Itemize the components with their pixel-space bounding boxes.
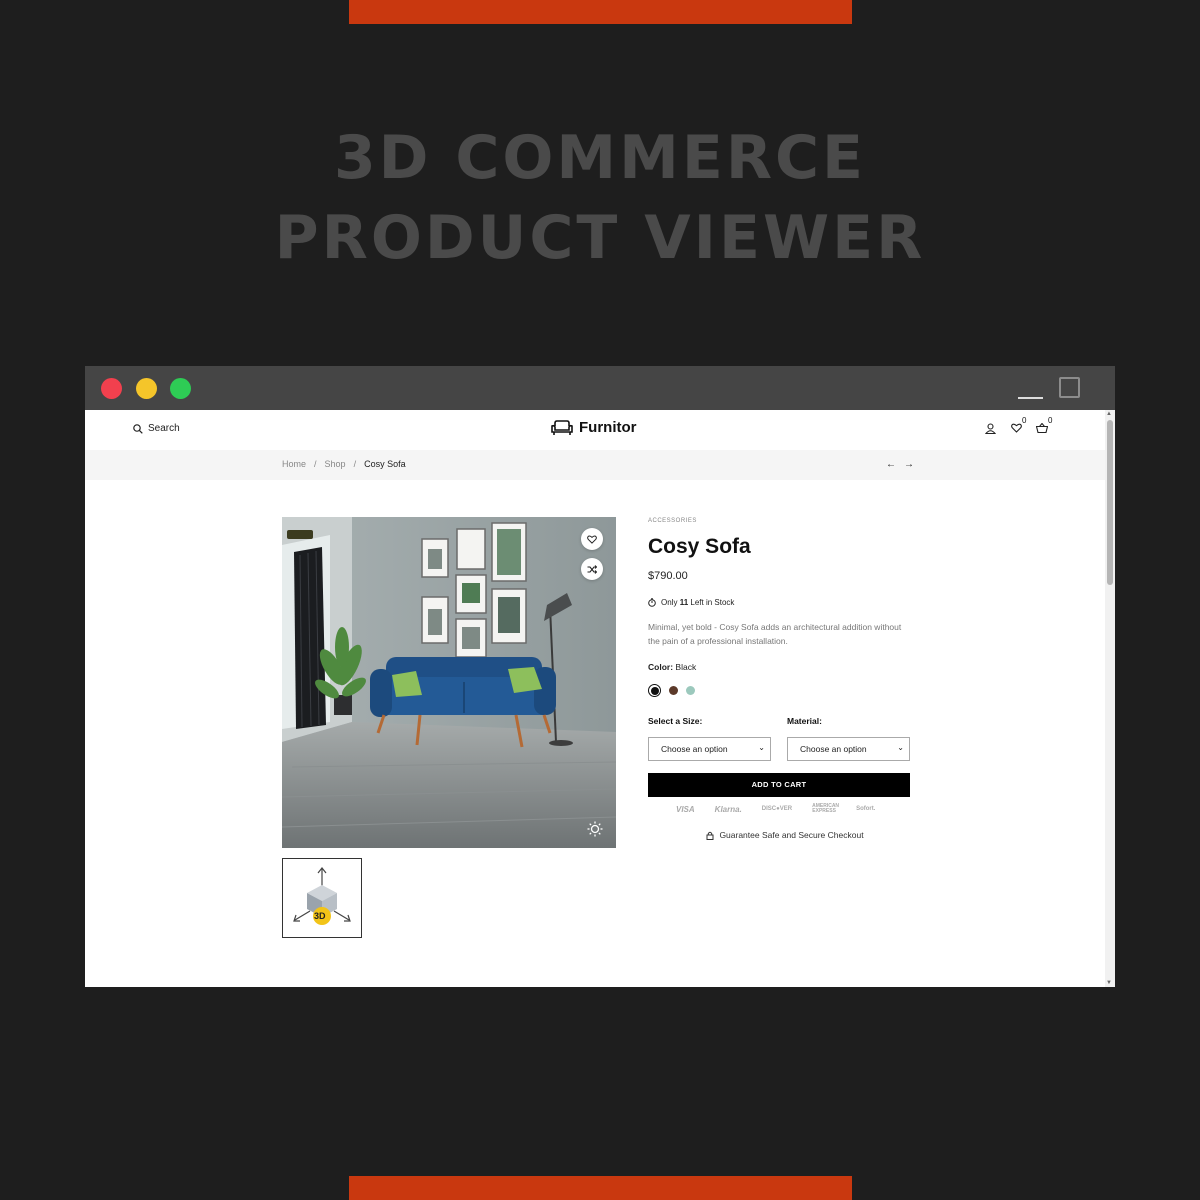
close-window-button[interactable] — [101, 378, 122, 399]
breadcrumb-home[interactable]: Home — [282, 459, 306, 469]
banner-line-1: 3D COMMERCE — [333, 123, 867, 193]
window-titlebar — [85, 366, 1115, 410]
ar-badge-icon — [287, 530, 313, 539]
user-icon — [984, 422, 996, 434]
payment-methods: VISA Klarna. DISC●VER AMERICAN EXPRESS S… — [676, 804, 875, 814]
add-to-cart-button[interactable]: ADD TO CART — [648, 773, 910, 797]
lighting-toggle[interactable] — [587, 821, 603, 837]
heart-icon — [1010, 423, 1022, 433]
material-select[interactable]: Choose an option ⌄ — [787, 737, 910, 761]
product-description: Minimal, yet bold - Cosy Sofa adds an ar… — [648, 622, 902, 646]
stock-suffix: Left in Stock — [690, 598, 735, 607]
swatch-brown[interactable] — [669, 686, 678, 695]
swatch-mint[interactable] — [686, 686, 695, 695]
product-nav: ← → — [886, 459, 914, 470]
discover-logo: DISC●VER — [761, 806, 793, 812]
search-label: Search — [148, 423, 180, 434]
color-label: Color: Black — [648, 662, 696, 672]
swatch-black[interactable] — [648, 684, 661, 697]
stock-prefix: Only — [661, 598, 678, 607]
minimize-icon[interactable] — [1018, 397, 1043, 399]
shuffle-icon — [587, 564, 597, 574]
wishlist-count: 0 — [1022, 416, 1027, 425]
size-select-value: Choose an option — [661, 744, 728, 754]
sofa-logo-icon — [551, 419, 573, 435]
maximize-icon[interactable] — [1059, 377, 1080, 398]
account-button[interactable] — [983, 421, 997, 435]
scroll-down-icon[interactable]: ▼ — [1106, 980, 1112, 986]
browser-window: Search Furnitor 0 0 Home / Shop / Cosy S… — [85, 366, 1115, 987]
heart-icon — [587, 535, 597, 544]
color-swatches — [648, 684, 695, 697]
room-scene-image — [282, 517, 616, 848]
product-category[interactable]: ACCESSORIES — [648, 518, 910, 524]
site-header: Search Furnitor 0 0 — [85, 410, 1105, 450]
wishlist-button[interactable]: 0 — [1009, 416, 1026, 435]
bottom-accent-bar — [349, 1176, 852, 1200]
3d-badge-label: 3D — [314, 911, 326, 921]
sun-icon — [587, 821, 603, 837]
product-info: ACCESSORIES Cosy Sofa $790.00 Only 11 Le… — [648, 518, 910, 840]
breadcrumb-separator: / — [353, 459, 357, 469]
lock-icon — [706, 831, 714, 840]
header-actions: 0 0 — [983, 416, 1052, 435]
scroll-thumb[interactable] — [1107, 420, 1113, 585]
banner-line-2: PRODUCT VIEWER — [274, 203, 926, 273]
chevron-down-icon: ⌄ — [897, 743, 904, 752]
secure-text: Guarantee Safe and Secure Checkout — [719, 830, 864, 840]
color-label-key: Color: — [648, 662, 674, 672]
material-label: Material: — [787, 716, 822, 726]
search-button[interactable]: Search — [133, 423, 180, 434]
breadcrumb-shop[interactable]: Shop — [325, 459, 346, 469]
next-product-icon[interactable]: → — [904, 459, 914, 470]
product-price: $790.00 — [648, 570, 688, 582]
chevron-down-icon: ⌄ — [758, 743, 765, 752]
breadcrumb-separator: / — [314, 459, 317, 469]
banner-headline: 3D COMMERCE PRODUCT VIEWER — [0, 118, 1200, 278]
klarna-logo: Klarna. — [714, 804, 742, 814]
previous-product-icon[interactable]: ← — [886, 459, 896, 470]
basket-icon — [1036, 423, 1048, 433]
amex-logo: AMERICAN EXPRESS — [812, 803, 840, 814]
zoom-window-button[interactable] — [170, 378, 191, 399]
web-page: Search Furnitor 0 0 Home / Shop / Cosy S… — [85, 410, 1115, 987]
cart-count: 0 — [1048, 416, 1053, 425]
product-title: Cosy Sofa — [648, 535, 751, 558]
compare-button[interactable] — [581, 558, 603, 580]
stopwatch-icon — [648, 598, 656, 607]
top-accent-bar — [349, 0, 852, 24]
add-to-wishlist-button[interactable] — [581, 528, 603, 550]
secure-checkout-note: Guarantee Safe and Secure Checkout — [648, 830, 922, 840]
material-select-value: Choose an option — [800, 744, 867, 754]
breadcrumb: Home / Shop / Cosy Sofa — [282, 459, 406, 469]
visa-logo: VISA — [676, 804, 695, 814]
page-scrollbar[interactable]: ▲ ▼ — [1105, 410, 1115, 987]
stock-count: 11 — [679, 598, 689, 607]
size-select[interactable]: Choose an option ⌄ — [648, 737, 771, 761]
logo-text: Furnitor — [579, 419, 637, 436]
scroll-up-icon[interactable]: ▲ — [1106, 411, 1112, 417]
search-icon — [133, 423, 143, 434]
color-label-value: Black — [675, 662, 697, 672]
cart-button[interactable]: 0 — [1035, 416, 1052, 435]
site-logo[interactable]: Furnitor — [550, 419, 637, 436]
breadcrumb-current: Cosy Sofa — [364, 459, 406, 469]
product-3d-viewer[interactable] — [282, 517, 616, 848]
3d-thumbnail[interactable]: 3D — [282, 858, 362, 938]
size-label: Select a Size: — [648, 716, 703, 726]
3d-cube-icon — [293, 867, 351, 925]
sofort-logo: Sofort. — [856, 806, 876, 812]
breadcrumb-bar: Home / Shop / Cosy Sofa ← → — [85, 450, 1105, 480]
stock-status: Only 11 Left in Stock — [648, 598, 734, 607]
minimize-dot-button[interactable] — [136, 378, 157, 399]
